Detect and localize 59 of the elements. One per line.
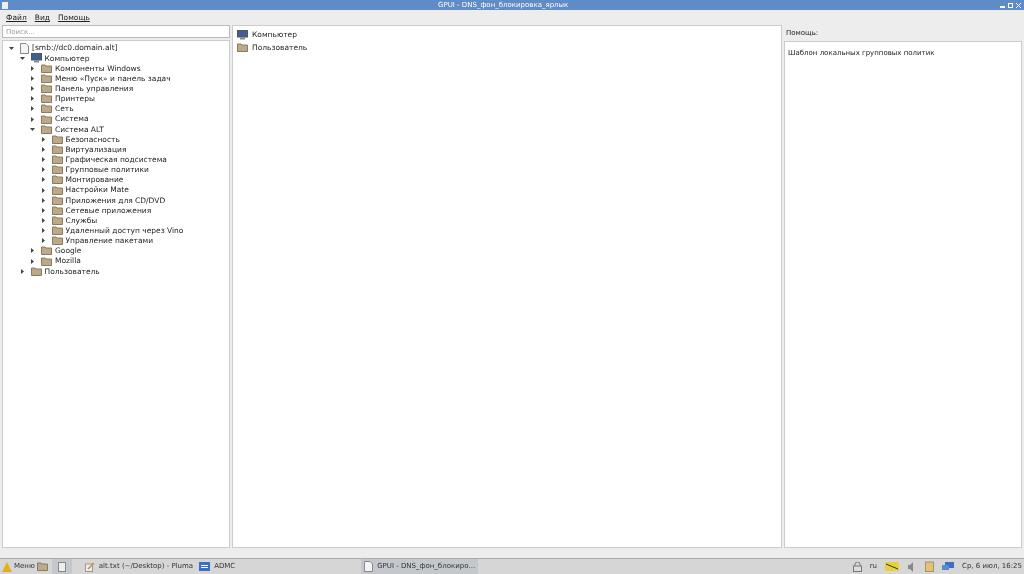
folder-icon (51, 226, 63, 236)
collapsed-arrow-icon[interactable] (40, 238, 46, 244)
collapsed-arrow-icon[interactable] (30, 106, 35, 112)
pencil-icon (84, 561, 95, 572)
folder-icon (41, 74, 52, 83)
collapsed-arrow-icon[interactable] (40, 187, 46, 193)
folder-icon (51, 134, 63, 144)
folder-icon (51, 205, 63, 215)
maximize-icon[interactable] (1008, 2, 1013, 8)
directory-icon (199, 562, 211, 571)
collapsed-arrow-icon[interactable] (30, 116, 35, 122)
folder-icon (237, 43, 248, 52)
document-icon[interactable] (57, 561, 66, 572)
collapsed-arrow-icon[interactable] (30, 65, 35, 71)
collapsed-arrow-icon[interactable] (40, 157, 46, 163)
folder-icon (41, 256, 52, 266)
document-icon (364, 561, 374, 572)
folder-icon (51, 165, 63, 175)
network-icon[interactable] (942, 561, 954, 572)
folder-icon (51, 215, 63, 225)
expanded-arrow-icon[interactable] (30, 126, 35, 132)
collapsed-arrow-icon[interactable] (30, 258, 35, 264)
folder-icon (51, 185, 63, 195)
computer-icon (237, 29, 248, 40)
collapsed-arrow-icon[interactable] (30, 76, 35, 81)
collapsed-arrow-icon[interactable] (40, 228, 46, 234)
collapsed-arrow-icon[interactable] (40, 217, 46, 223)
folder-icon (51, 155, 63, 165)
collapsed-arrow-icon[interactable] (40, 167, 46, 173)
folder-icon (41, 94, 52, 104)
collapsed-arrow-icon[interactable] (30, 248, 35, 254)
collapsed-arrow-icon[interactable] (19, 268, 25, 274)
logo-icon (2, 561, 12, 572)
folder-icon (41, 114, 52, 124)
battery-icon[interactable] (885, 562, 899, 571)
close-icon[interactable] (1016, 2, 1021, 8)
folder-icon (41, 124, 52, 134)
collapsed-arrow-icon[interactable] (40, 197, 46, 203)
folder-icon (30, 266, 42, 276)
folder-icon (51, 195, 63, 205)
lock-icon[interactable] (852, 561, 862, 572)
collapsed-arrow-icon[interactable] (40, 146, 46, 152)
collapsed-arrow-icon[interactable] (40, 177, 46, 183)
collapsed-arrow-icon[interactable] (30, 86, 35, 92)
folder-icon[interactable] (36, 562, 48, 571)
folder-icon (41, 104, 52, 114)
expanded-arrow-icon[interactable] (9, 45, 14, 51)
collapsed-arrow-icon[interactable] (40, 136, 46, 142)
folder-icon (51, 175, 63, 185)
computer-icon (30, 53, 42, 64)
folder-icon (41, 246, 52, 256)
collapsed-arrow-icon[interactable] (40, 207, 46, 213)
collapsed-arrow-icon[interactable] (30, 96, 35, 102)
clipboard-icon[interactable] (925, 561, 934, 572)
expanded-arrow-icon[interactable] (19, 55, 25, 61)
folder-icon (41, 63, 52, 73)
folder-icon (41, 84, 52, 94)
folder-icon (51, 236, 63, 246)
folder-icon (51, 144, 63, 154)
